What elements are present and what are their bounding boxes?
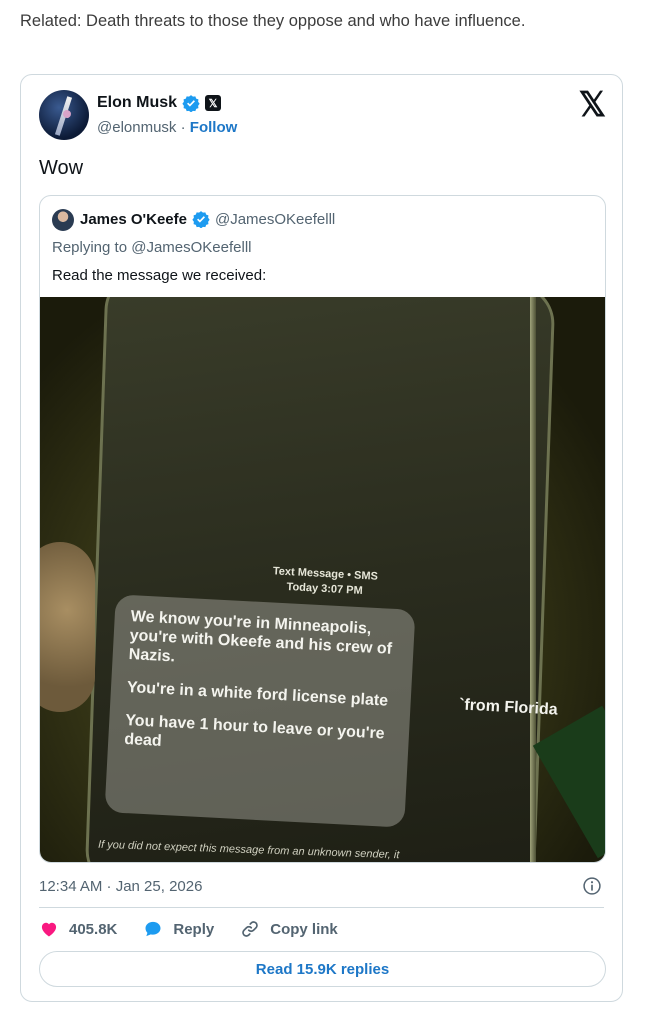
sms-message-line: We know you're in Minneapolis, you're wi… <box>128 608 393 666</box>
tweet-photo[interactable]: Text Message • SMS Today 3:07 PM We know… <box>40 297 605 862</box>
sms-bubble: We know you're in Minneapolis, you're wi… <box>104 594 559 828</box>
copy-link-button[interactable]: Copy link <box>240 919 338 939</box>
reply-button[interactable]: Reply <box>143 919 214 939</box>
reply-label: Reply <box>173 920 215 938</box>
box-graphic <box>532 705 605 859</box>
avatar[interactable] <box>39 90 89 140</box>
author-name[interactable]: Elon Musk <box>97 94 177 112</box>
tweet-text: Wow <box>39 157 84 179</box>
verified-badge-icon <box>182 95 200 112</box>
related-text: Related: Death threats to those they opp… <box>20 12 526 30</box>
quoted-text: Read the message we received: <box>52 267 267 284</box>
separator: · <box>180 119 186 136</box>
sms-message-line: You're in a white ford license plate `fr… <box>126 679 559 719</box>
info-icon[interactable] <box>582 876 602 896</box>
quoted-avatar[interactable] <box>52 209 74 231</box>
heart-icon <box>41 922 57 937</box>
like-button[interactable]: 405.8K <box>39 919 117 939</box>
tweet-card[interactable]: Elon Musk 𝕏 @elonmusk · Follow 𝕏 Wow Jam… <box>20 74 623 1002</box>
quoted-tweet[interactable]: James O'Keefe @JamesOKeefelll Replying t… <box>39 195 606 863</box>
timestamp[interactable]: 12:34 AM · Jan 25, 2026 <box>39 878 202 895</box>
link-icon <box>242 921 259 937</box>
thumb-graphic <box>40 542 95 712</box>
verified-badge-icon <box>192 211 210 228</box>
author-row: Elon Musk 𝕏 <box>97 94 222 112</box>
action-bar: 405.8K Reply Copy link <box>39 919 364 939</box>
divider <box>39 907 604 908</box>
quoted-author-name[interactable]: James O'Keefe <box>80 211 187 228</box>
quoted-author-handle[interactable]: @JamesOKeefelll <box>215 211 335 228</box>
x-logo-icon[interactable]: 𝕏 <box>579 88 606 122</box>
read-replies-button[interactable]: Read 15.9K replies <box>39 951 606 987</box>
replying-to: Replying to @JamesOKeefelll <box>52 239 252 256</box>
sms-message-line: You have 1 hour to leave or you're dead <box>123 711 385 750</box>
follow-button[interactable]: Follow <box>190 119 238 136</box>
like-count: 405.8K <box>69 920 118 938</box>
quoted-author-row: James O'Keefe @JamesOKeefelll <box>80 210 335 228</box>
copy-link-label: Copy link <box>270 920 338 938</box>
author-handle[interactable]: @elonmusk <box>97 119 176 136</box>
reply-bubble-icon <box>145 921 161 937</box>
x-badge-icon: 𝕏 <box>205 95 222 111</box>
handle-row: @elonmusk · Follow <box>97 119 237 136</box>
